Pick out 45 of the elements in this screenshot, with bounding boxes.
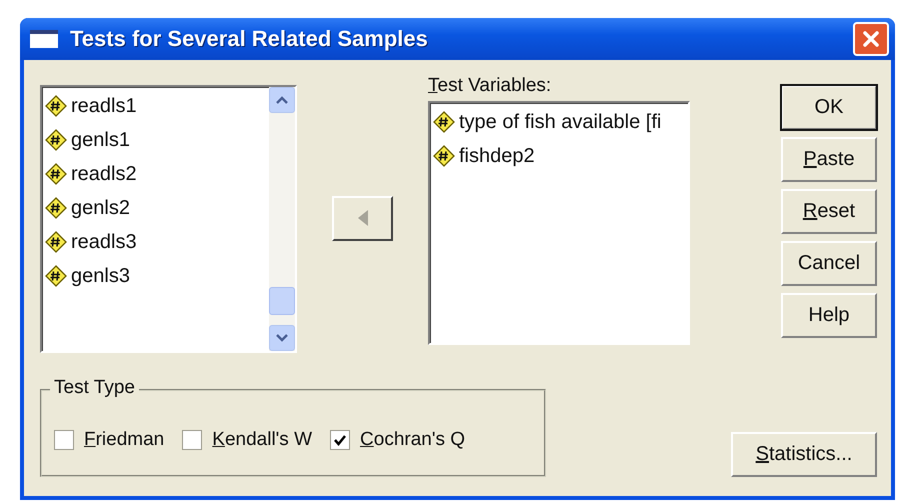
dialog-button[interactable]: Reset	[781, 189, 877, 234]
check-icon	[333, 433, 348, 447]
variable-item[interactable]: genls3	[45, 259, 266, 293]
window-icon	[30, 30, 58, 48]
left-arrow-icon	[356, 209, 370, 227]
numeric-variable-icon	[45, 265, 67, 287]
numeric-variable-icon	[45, 197, 67, 219]
numeric-variable-icon	[45, 163, 67, 185]
dialog-button[interactable]: OK	[781, 85, 877, 130]
option-label: Kendall's W	[212, 429, 312, 451]
numeric-variable-icon	[45, 95, 67, 117]
statistics-button[interactable]: Statistics...	[731, 432, 877, 477]
numeric-variable-icon	[45, 129, 67, 151]
scroll-thumb[interactable]	[269, 287, 296, 315]
checkbox[interactable]	[330, 430, 350, 450]
up-caret-icon	[275, 95, 290, 105]
group-title: Test Type	[50, 377, 139, 399]
down-caret-icon	[275, 333, 290, 343]
test-type-checkbox[interactable]: Cochran's Q	[330, 429, 466, 451]
test-type-checkbox[interactable]: Friedman	[54, 429, 164, 451]
dialog-button[interactable]: Help	[781, 293, 877, 338]
window-title: Tests for Several Related Samples	[70, 26, 429, 52]
dialog-button[interactable]: Cancel	[781, 241, 877, 286]
variable-item[interactable]: genls1	[45, 123, 266, 157]
variable-item[interactable]: fishdep2	[433, 139, 685, 173]
scrollbar[interactable]	[269, 87, 296, 351]
test-variables-label: Test Variables:	[428, 75, 552, 97]
dialog-button[interactable]: Paste	[781, 137, 877, 182]
option-label: Friedman	[84, 429, 164, 451]
variable-item[interactable]: type of fish available [fi	[433, 105, 685, 139]
numeric-variable-icon	[433, 145, 455, 167]
checkbox[interactable]	[182, 430, 202, 450]
variable-item[interactable]: readls1	[45, 89, 266, 123]
scroll-down-button[interactable]	[269, 325, 296, 351]
test-type-checkbox[interactable]: Kendall's W	[182, 429, 312, 451]
close-button[interactable]	[853, 22, 889, 56]
numeric-variable-icon	[45, 231, 67, 253]
numeric-variable-icon	[433, 111, 455, 133]
checkbox[interactable]	[54, 430, 74, 450]
option-label: Cochran's Q	[360, 429, 466, 451]
variable-item[interactable]: readls2	[45, 157, 266, 191]
close-icon	[860, 28, 882, 50]
variable-item[interactable]: readls3	[45, 225, 266, 259]
scroll-up-button[interactable]	[269, 87, 296, 113]
variable-item[interactable]: genls2	[45, 191, 266, 225]
